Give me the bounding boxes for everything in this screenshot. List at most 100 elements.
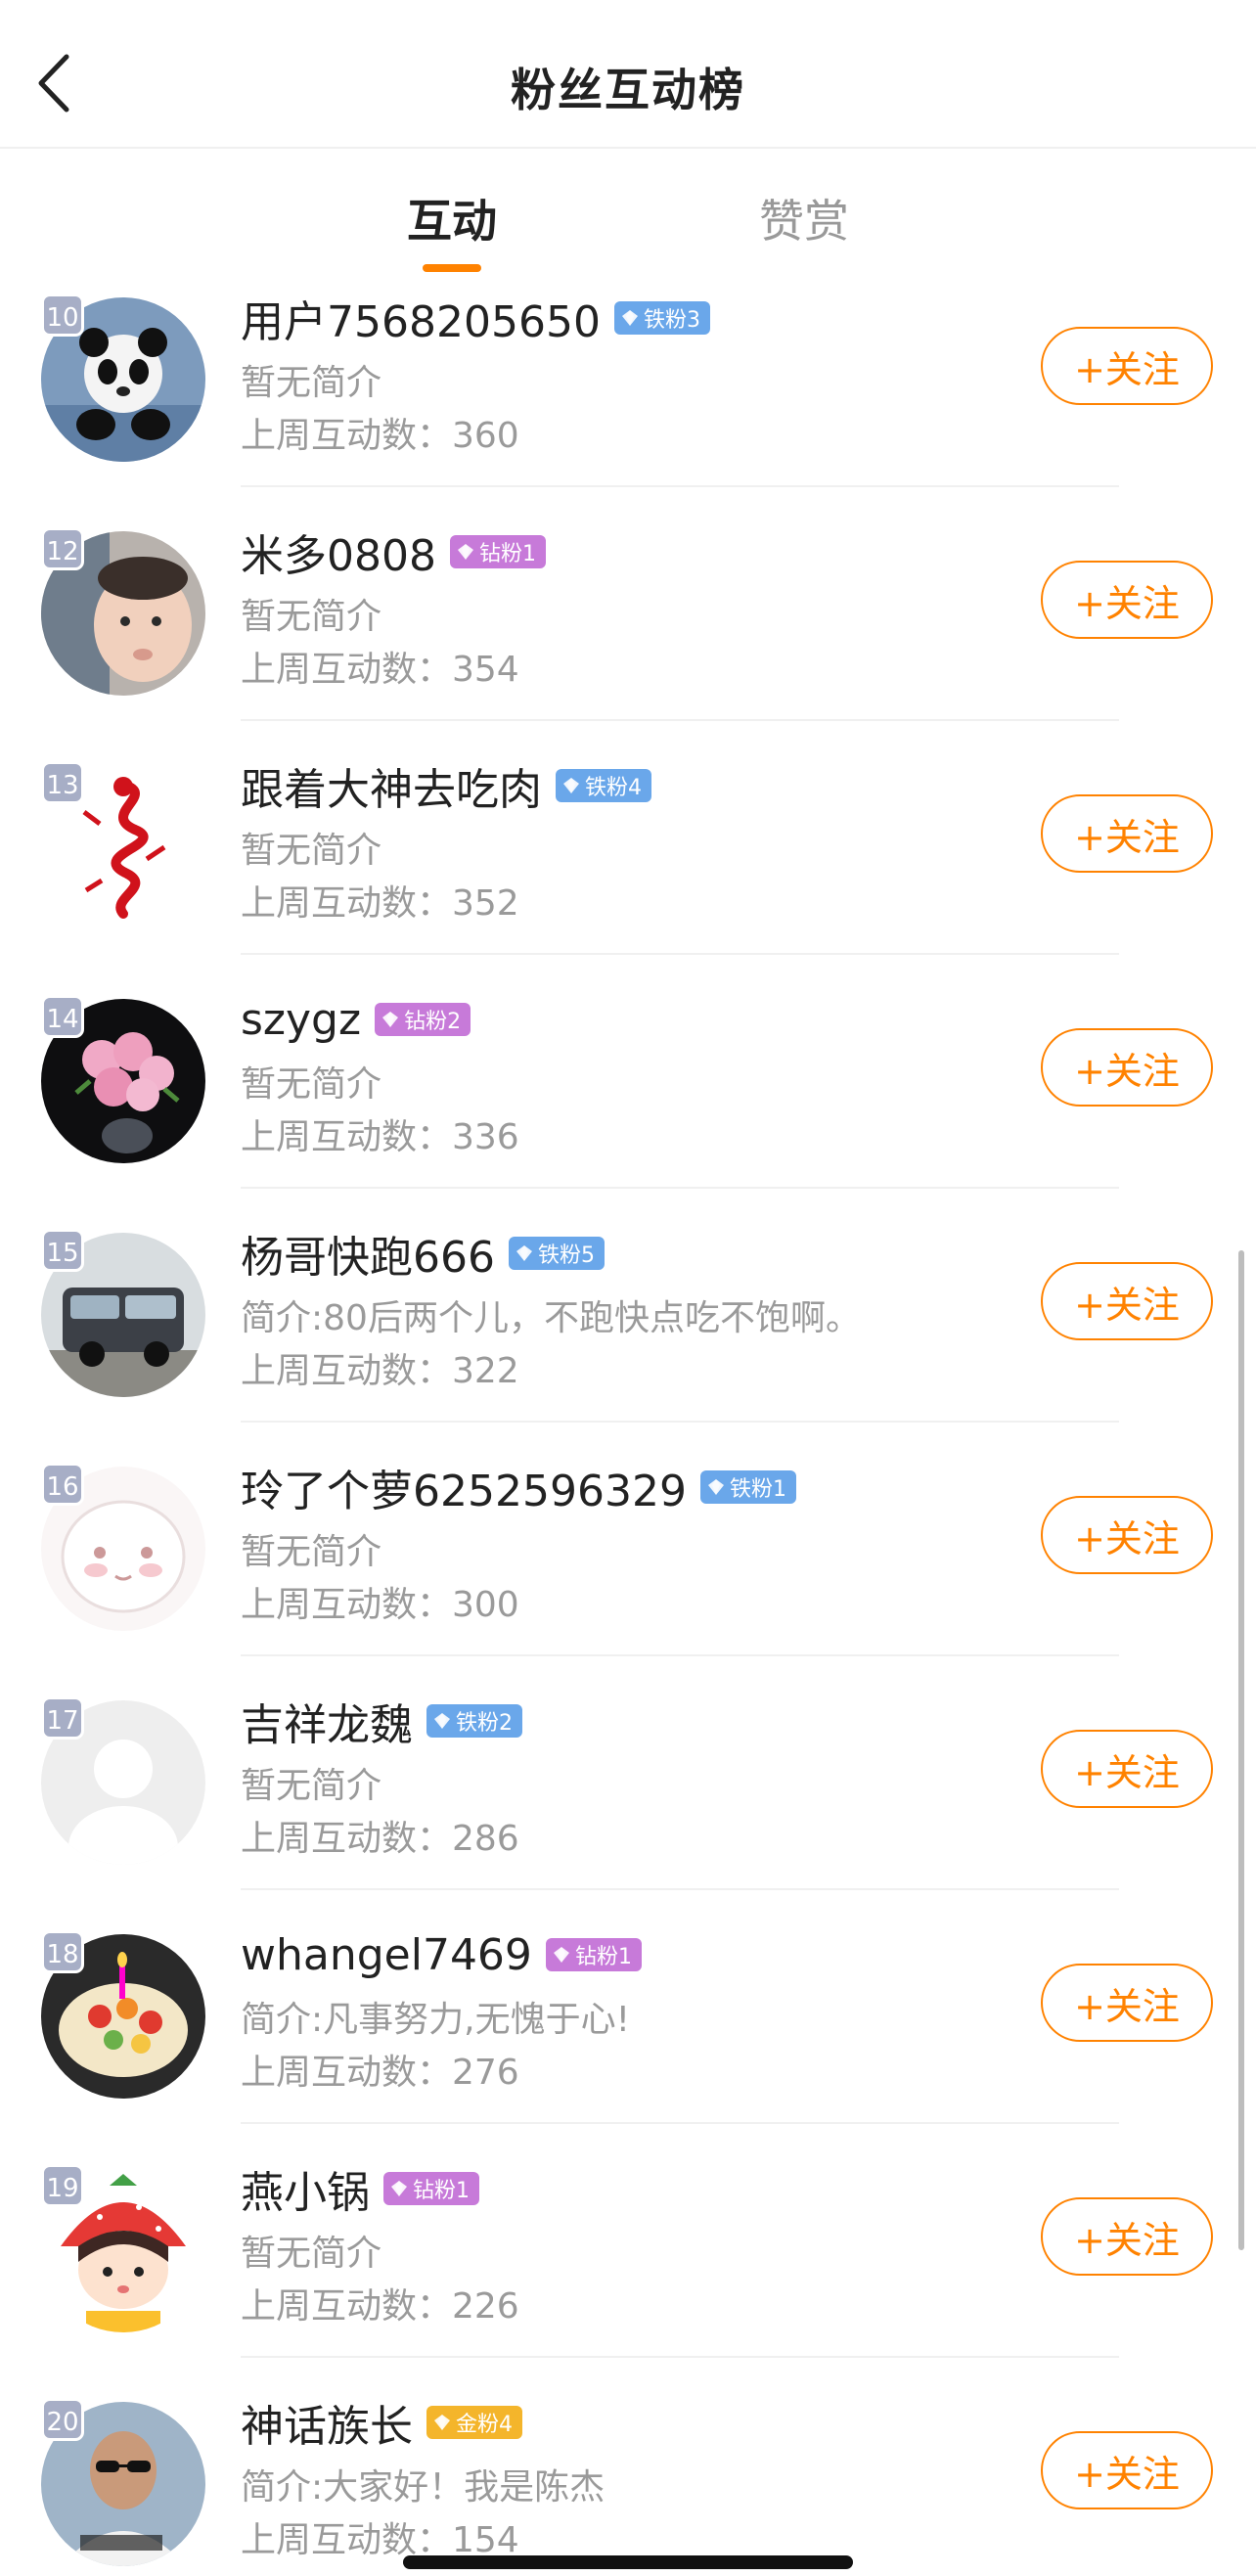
diamond-fan-badge: 钻粉1	[545, 1938, 642, 1971]
interaction-count: 上周互动数：322	[241, 1351, 519, 1391]
name-line: whangel7469 钻粉1	[241, 1926, 642, 1983]
fan-level-label: 钻粉1	[574, 1945, 632, 1969]
name-line: 用户7568205650 铁粉3	[241, 287, 710, 349]
active-tab-indicator	[423, 264, 481, 272]
user-name[interactable]: 用户7568205650	[241, 287, 601, 349]
divider	[241, 1421, 1119, 1423]
tab-reward[interactable]: 赞赏	[696, 186, 912, 250]
fan-row[interactable]: 14 szygz 钻粉2 暂无简介 上周互动数：336 +关注	[0, 991, 1256, 1226]
divider	[241, 953, 1119, 955]
user-name[interactable]: 米多0808	[241, 520, 436, 583]
home-indicator	[403, 2555, 853, 2569]
follow-button[interactable]: +关注	[1041, 2197, 1213, 2276]
divider	[241, 485, 1119, 487]
diamond-fan-badge: 钻粉2	[375, 1003, 471, 1036]
tab-interaction[interactable]: 互动	[344, 186, 560, 250]
user-bio: 暂无简介	[241, 597, 382, 637]
diamond-icon	[434, 2415, 450, 2430]
fan-row[interactable]: 19 燕小锅 钻粉1 暂无简介 上周互动数：226 +关注	[0, 2160, 1256, 2395]
divider	[241, 1888, 1119, 1890]
rank-badge: 15	[41, 1229, 84, 1272]
divider	[241, 1187, 1119, 1189]
fan-level-label: 钻粉1	[413, 2179, 470, 2203]
user-name[interactable]: 吉祥龙魏	[241, 1690, 413, 1752]
fan-row[interactable]: 18 whangel7469 钻粉1 简介:凡事努力,无愧于心! 上周互动数：2…	[0, 1926, 1256, 2161]
rank-badge: 10	[41, 294, 84, 337]
diamond-icon	[516, 1245, 532, 1261]
rank-badge: 13	[41, 761, 84, 804]
gold-fan-badge: 金粉4	[426, 2406, 522, 2439]
iron-fan-badge: 铁粉1	[699, 1470, 796, 1504]
rank-badge: 14	[41, 995, 84, 1038]
follow-button[interactable]: +关注	[1041, 327, 1213, 405]
user-bio: 简介:大家好！我是陈杰	[241, 2467, 606, 2508]
divider	[241, 1654, 1119, 1656]
name-line: 玲了个萝6252596329 铁粉1	[241, 1456, 796, 1518]
fan-row[interactable]: 15 杨哥快跑666 铁粉5 简介:80后两个儿，不跑快点吃不饱啊。 上周互动数…	[0, 1225, 1256, 1460]
fan-level-label: 铁粉1	[729, 1477, 786, 1502]
diamond-fan-badge: 钻粉1	[383, 2172, 479, 2205]
interaction-count: 上周互动数：226	[241, 2286, 519, 2327]
diamond-icon	[563, 778, 579, 793]
fan-level-label: 铁粉3	[643, 308, 700, 333]
fan-level-label: 铁粉2	[456, 1711, 513, 1736]
diamond-icon	[391, 2181, 407, 2196]
follow-button[interactable]: +关注	[1041, 1028, 1213, 1107]
fan-row[interactable]: 17 吉祥龙魏 铁粉2 暂无简介 上周互动数：286 +关注	[0, 1693, 1256, 1927]
user-bio: 暂无简介	[241, 1064, 382, 1105]
scrollbar[interactable]	[1238, 1250, 1244, 2250]
page-title: 粉丝互动榜	[511, 64, 745, 116]
fan-row[interactable]: 20 神话族长 金粉4 简介:大家好！我是陈杰 上周互动数：154 +关注	[0, 2394, 1256, 2576]
divider	[241, 2122, 1119, 2124]
follow-button[interactable]: +关注	[1041, 2431, 1213, 2509]
user-bio: 简介:凡事努力,无愧于心!	[241, 2000, 631, 2040]
iron-fan-badge: 铁粉4	[556, 769, 651, 802]
divider	[241, 2356, 1119, 2358]
iron-fan-badge: 铁粉3	[613, 301, 710, 335]
fan-row[interactable]: 16 玲了个萝6252596329 铁粉1 暂无简介 上周互动数：300 +关注	[0, 1459, 1256, 1694]
fan-level-label: 铁粉5	[537, 1243, 595, 1268]
user-bio: 暂无简介	[241, 1766, 382, 1806]
user-bio: 暂无简介	[241, 363, 382, 403]
interaction-count: 上周互动数：354	[241, 650, 519, 690]
follow-button[interactable]: +关注	[1041, 1730, 1213, 1808]
rank-badge: 17	[41, 1696, 84, 1740]
user-bio: 暂无简介	[241, 831, 382, 871]
user-name[interactable]: 燕小锅	[241, 2157, 370, 2220]
fan-row[interactable]: 12 米多0808 钻粉1 暂无简介 上周互动数：354 +关注	[0, 523, 1256, 758]
user-name[interactable]: szygz	[241, 995, 361, 1045]
interaction-count: 上周互动数：352	[241, 883, 519, 924]
fan-row[interactable]: 10 用户7568205650 铁粉3 暂无简介 上周互动数：360 +关注	[0, 290, 1256, 524]
divider	[241, 719, 1119, 721]
rank-badge: 19	[41, 2164, 84, 2207]
diamond-icon	[434, 1713, 450, 1729]
fan-level-label: 钻粉1	[478, 542, 536, 566]
name-line: 杨哥快跑666 铁粉5	[241, 1222, 605, 1285]
name-line: 米多0808 钻粉1	[241, 520, 546, 583]
fan-level-label: 金粉4	[456, 2413, 513, 2437]
iron-fan-badge: 铁粉2	[426, 1704, 522, 1738]
nav-bar: 粉丝互动榜	[0, 0, 1256, 149]
follow-button[interactable]: +关注	[1041, 1964, 1213, 2042]
interaction-count: 上周互动数：276	[241, 2053, 519, 2093]
interaction-count: 上周互动数：286	[241, 1819, 519, 1859]
follow-button[interactable]: +关注	[1041, 561, 1213, 639]
rank-badge: 16	[41, 1463, 84, 1506]
rank-badge: 18	[41, 1930, 84, 1973]
iron-fan-badge: 铁粉5	[508, 1237, 605, 1270]
user-bio: 暂无简介	[241, 2234, 382, 2274]
name-line: 跟着大神去吃肉 铁粉4	[241, 754, 651, 817]
user-name[interactable]: 玲了个萝6252596329	[241, 1456, 687, 1518]
follow-button[interactable]: +关注	[1041, 794, 1213, 873]
user-name[interactable]: 杨哥快跑666	[241, 1222, 495, 1285]
user-name[interactable]: whangel7469	[241, 1930, 532, 1980]
user-name[interactable]: 神话族长	[241, 2391, 413, 2454]
interaction-count: 上周互动数：300	[241, 1585, 519, 1625]
fan-row[interactable]: 13 跟着大神去吃肉 铁粉4 暂无简介 上周互动数：352 +关注	[0, 757, 1256, 992]
rank-badge: 12	[41, 527, 84, 570]
follow-button[interactable]: +关注	[1041, 1262, 1213, 1340]
user-name[interactable]: 跟着大神去吃肉	[241, 754, 542, 817]
name-line: 燕小锅 钻粉1	[241, 2157, 479, 2220]
follow-button[interactable]: +关注	[1041, 1496, 1213, 1574]
diamond-icon	[457, 544, 473, 560]
